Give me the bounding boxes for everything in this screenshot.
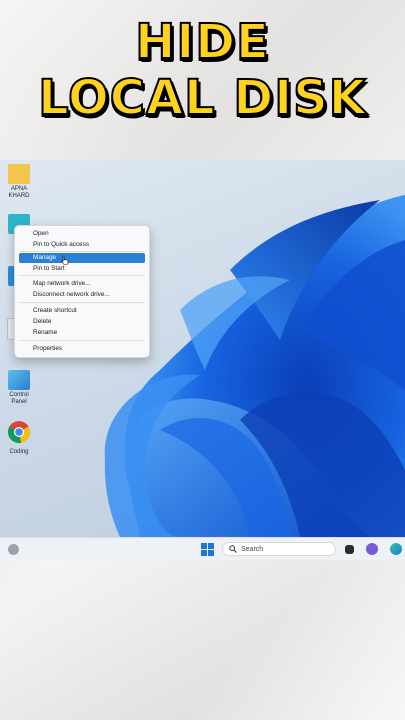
taskbar: Search xyxy=(0,537,405,560)
desktop-icon-label: APNA KHARD xyxy=(8,186,30,199)
desktop-icon-coding[interactable]: Coding xyxy=(4,420,34,456)
control-panel-icon xyxy=(8,370,30,390)
title-line-1: HIDE xyxy=(134,13,270,71)
desktop-icon-label: Control Panel xyxy=(9,392,29,405)
menu-item-properties[interactable]: Properties xyxy=(19,344,145,354)
taskbar-search[interactable]: Search xyxy=(222,542,336,556)
menu-divider xyxy=(19,340,145,341)
desktop-icon-folder[interactable]: APNA KHARD xyxy=(4,164,34,200)
bloom-wallpaper xyxy=(104,195,405,537)
menu-item-rename[interactable]: Rename xyxy=(19,328,145,338)
desktop-screen: APNA KHARD Th Vid Rec Control Panel Codi… xyxy=(0,160,405,560)
menu-divider xyxy=(19,302,145,303)
search-icon xyxy=(229,545,237,553)
desktop-icon-control-panel[interactable]: Control Panel xyxy=(4,370,34,406)
teams-chat-icon[interactable] xyxy=(366,543,378,555)
task-view-icon[interactable] xyxy=(345,545,354,554)
menu-item-map-network-drive[interactable]: Map network drive... xyxy=(19,279,145,289)
hand-cursor-icon xyxy=(61,255,69,265)
weather-icon[interactable] xyxy=(8,544,19,555)
chrome-icon xyxy=(8,421,30,443)
context-menu: Open Pin to Quick access Manage Pin to S… xyxy=(14,225,150,358)
menu-divider xyxy=(19,251,145,252)
menu-item-create-shortcut[interactable]: Create shortcut xyxy=(19,306,145,316)
folder-icon xyxy=(8,164,30,184)
menu-item-delete[interactable]: Delete xyxy=(19,317,145,327)
start-icon[interactable] xyxy=(201,543,214,556)
menu-item-manage[interactable]: Manage xyxy=(19,253,145,263)
title-line-2: LOCAL DISK xyxy=(37,69,367,127)
search-placeholder: Search xyxy=(241,546,264,553)
menu-item-pin-quick-access[interactable]: Pin to Quick access xyxy=(19,240,145,250)
menu-item-open[interactable]: Open xyxy=(19,229,145,239)
desktop-icon-label: Coding xyxy=(9,449,29,455)
edge-icon[interactable] xyxy=(390,543,402,555)
menu-divider xyxy=(19,275,145,276)
menu-item-pin-start[interactable]: Pin to Start xyxy=(19,264,145,274)
menu-item-disconnect-network-drive[interactable]: Disconnect network drive... xyxy=(19,290,145,300)
